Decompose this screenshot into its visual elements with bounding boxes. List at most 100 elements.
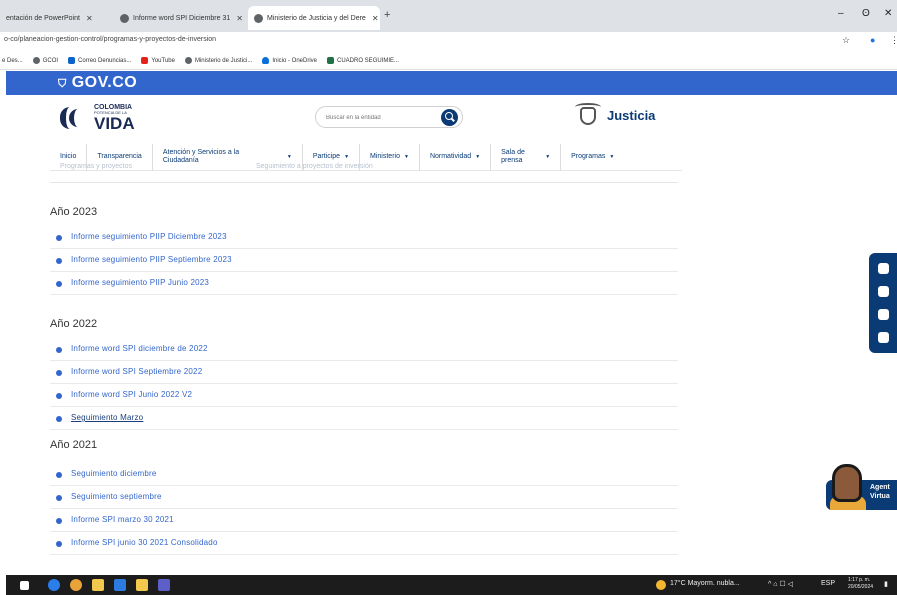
list-item[interactable]: Informe seguimiento PIIP Septiembre 2023	[50, 249, 678, 272]
subnav-right[interactable]: Seguimiento a proyectos de inversión	[256, 163, 373, 170]
language-indicator[interactable]: ESP	[821, 580, 835, 587]
document-link[interactable]: Informe seguimiento PIIP Junio 2023	[71, 278, 209, 287]
bookmark[interactable]: CUADRO SEGUIMIE...	[327, 57, 399, 64]
new-tab-button[interactable]: +	[384, 9, 390, 21]
globe-icon	[254, 13, 263, 23]
onedrive-icon	[262, 57, 270, 64]
weather-text[interactable]: 17°C Mayorm. nubla...	[670, 580, 740, 587]
facebook-icon[interactable]	[878, 263, 889, 274]
minimize-button[interactable]: –	[838, 8, 844, 19]
x-twitter-icon[interactable]	[878, 286, 889, 297]
bullet-icon	[56, 347, 62, 353]
virtual-agent-button[interactable]: Agent Virtua	[826, 460, 897, 512]
bullet-icon	[56, 495, 62, 501]
list-item[interactable]: Informe word SPI diciembre de 2022	[50, 338, 678, 361]
menu-icon[interactable]: ⋮	[890, 35, 897, 46]
close-icon[interactable]: ✕	[236, 14, 243, 23]
coat-of-arms-icon	[575, 101, 601, 129]
notification-icon[interactable]: ▮	[884, 580, 888, 588]
widgets-icon[interactable]	[48, 579, 60, 591]
agent-avatar-icon	[832, 464, 862, 502]
list-item[interactable]: Informe SPI marzo 30 2021	[50, 509, 678, 532]
document-link[interactable]: Informe SPI junio 30 2021 Consolidado	[71, 538, 218, 547]
list-item[interactable]: Informe seguimiento PIIP Junio 2023	[50, 272, 678, 295]
gov-co-bar: ⛉ GOV.CO	[6, 71, 897, 95]
youtube-icon	[141, 57, 149, 64]
address-bar[interactable]: o-co/planeacion-gestion-control/programa…	[0, 32, 897, 52]
globe-icon	[32, 57, 40, 64]
outlook-icon	[68, 57, 76, 64]
clock[interactable]: 1:17 p. m. 20/05/2024	[848, 577, 873, 590]
chrome-icon[interactable]	[70, 579, 82, 591]
bookmarks-bar: e Des... GCOI Correo Denuncias... YouTub…	[0, 52, 897, 70]
document-link[interactable]: Seguimiento diciembre	[71, 469, 157, 478]
bookmark[interactable]: GCOI	[32, 57, 58, 64]
close-icon[interactable]: ✕	[372, 14, 379, 23]
document-link[interactable]: Informe SPI marzo 30 2021	[71, 515, 174, 524]
star-icon[interactable]: ☆	[842, 35, 850, 46]
youtube-icon[interactable]	[878, 332, 889, 343]
bullet-icon	[56, 518, 62, 524]
close-window-button[interactable]: ✕	[884, 8, 892, 19]
globe-icon	[120, 13, 129, 23]
document-link[interactable]: Seguimiento septiembre	[71, 492, 162, 501]
document-link[interactable]: Informe word SPI Septiembre 2022	[71, 367, 202, 376]
tab-powerpoint[interactable]: entación de PowerPoint ✕	[0, 6, 112, 30]
list-item[interactable]: Seguimiento septiembre	[50, 486, 678, 509]
url-text[interactable]: o-co/planeacion-gestion-control/programa…	[4, 36, 216, 43]
scrolled-subnav: Programas y proyectos Seguimiento a proy…	[50, 163, 678, 183]
outlook-icon[interactable]	[114, 579, 126, 591]
agent-label: Agent	[870, 484, 890, 491]
list-item[interactable]: Informe SPI junio 30 2021 Consolidado	[50, 532, 678, 555]
list-item[interactable]: Seguimiento diciembre	[50, 463, 678, 486]
document-link[interactable]: Informe word SPI diciembre de 2022	[71, 344, 208, 353]
list-item[interactable]: Informe seguimiento PIIP Diciembre 2023	[50, 226, 678, 249]
bullet-icon	[56, 258, 62, 264]
document-link[interactable]: Informe seguimiento PIIP Diciembre 2023	[71, 232, 227, 241]
document-link[interactable]: Informe seguimiento PIIP Septiembre 2023	[71, 255, 232, 264]
clock-date: 20/05/2024	[848, 583, 874, 590]
close-icon[interactable]: ✕	[86, 14, 93, 23]
bookmark[interactable]: e Des...	[2, 58, 23, 64]
bookmark[interactable]: Ministerio de Justici...	[184, 57, 252, 64]
document-link[interactable]: Informe word SPI Junio 2022 V2	[71, 390, 192, 399]
bookmark[interactable]: YouTube	[141, 57, 175, 64]
justicia-logo[interactable]: Justicia	[575, 101, 655, 129]
search-input[interactable]	[326, 111, 436, 124]
bullet-icon	[56, 416, 62, 422]
sticky-notes-icon[interactable]	[136, 579, 148, 591]
browser-tab-bar: entación de PowerPoint ✕ Informe word SP…	[0, 0, 897, 32]
search-icon[interactable]	[441, 109, 458, 126]
chevron-down-icon: ▼	[545, 154, 551, 160]
tab-title: Ministerio de Justicia y del Dere	[267, 14, 366, 22]
tab-informe-spi[interactable]: Informe word SPI Diciembre 31 ✕	[114, 6, 246, 30]
tray-icons[interactable]: ^ ⌂ ☐ ◁	[768, 580, 793, 588]
tab-ministerio-justicia[interactable]: Ministerio de Justicia y del Dere ✕	[248, 6, 380, 30]
instagram-icon[interactable]	[878, 309, 889, 320]
restore-button[interactable]: ʘ	[862, 8, 870, 19]
file-explorer-icon[interactable]	[92, 579, 104, 591]
brand-line: VIDA	[94, 114, 135, 133]
windows-start-icon[interactable]	[20, 581, 29, 590]
subnav-left[interactable]: Programas y proyectos	[60, 163, 132, 170]
profile-icon[interactable]: ●	[870, 35, 875, 45]
social-sidebar	[869, 253, 897, 353]
chevron-down-icon: ▼	[403, 154, 409, 160]
excel-icon	[327, 57, 335, 64]
chevron-down-icon: ▼	[609, 154, 615, 160]
entity-search	[315, 106, 463, 128]
teams-icon[interactable]	[158, 579, 170, 591]
gov-co-logo[interactable]: ⛉ GOV.CO	[58, 74, 137, 92]
list-item[interactable]: Seguimiento Marzo	[50, 407, 678, 430]
list-item[interactable]: Informe word SPI Junio 2022 V2	[50, 384, 678, 407]
list-item[interactable]: Informe word SPI Septiembre 2022	[50, 361, 678, 384]
chevron-down-icon: ▼	[286, 154, 292, 160]
document-link-visited[interactable]: Seguimiento Marzo	[71, 413, 143, 422]
bookmark[interactable]: Correo Denuncias...	[68, 57, 131, 64]
shield-icon: ⛉	[58, 78, 67, 90]
year-heading: Año 2023	[50, 206, 98, 218]
bookmark[interactable]: Inicio - OneDrive	[262, 57, 317, 64]
chevron-down-icon: ▼	[475, 154, 481, 160]
vida-logo-icon	[60, 105, 88, 131]
colombia-vida-logo[interactable]: COLOMBIA POTENCIA DE LA VIDA	[60, 104, 135, 132]
